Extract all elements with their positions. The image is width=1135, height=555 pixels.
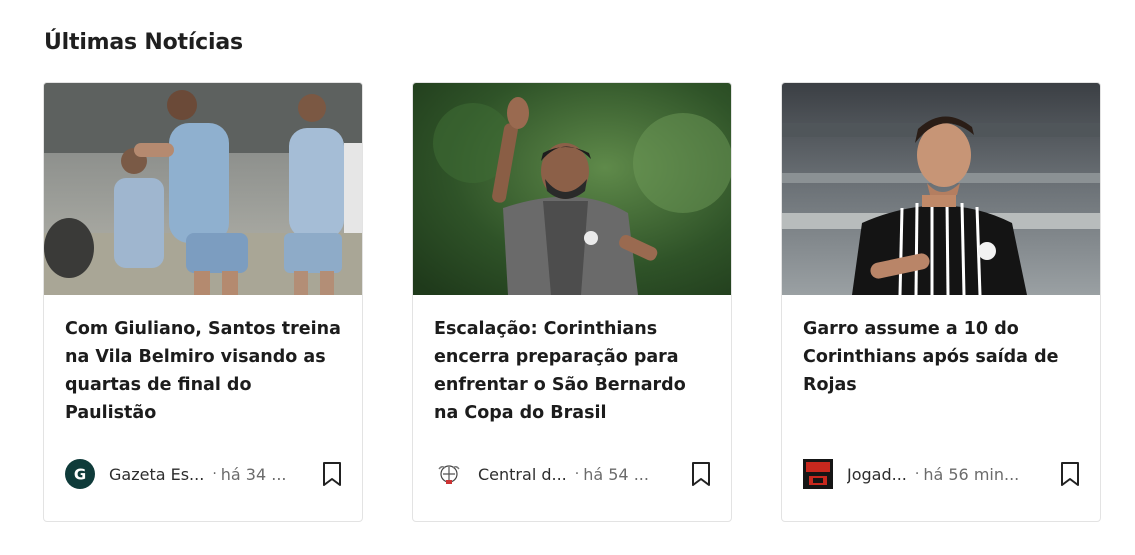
bookmark-icon[interactable] [1058, 460, 1082, 488]
news-headline[interactable]: Escalação: Corinthians encerra preparaçã… [434, 315, 713, 427]
bookmark-icon[interactable] [689, 460, 713, 488]
news-source[interactable]: Jogad... [847, 465, 907, 484]
jogada10-logo-icon [803, 459, 833, 489]
news-source[interactable]: Central d... [478, 465, 567, 484]
news-time: há 56 min... [923, 464, 1020, 484]
news-card-footer: Central d... · há 54 ... [434, 459, 713, 489]
news-source[interactable]: Gazeta Es... [109, 465, 204, 484]
news-headline[interactable]: Garro assume a 10 do Corinthians após sa… [803, 315, 1082, 399]
news-card[interactable]: Garro assume a 10 do Corinthians após sa… [781, 82, 1101, 522]
gazeta-logo-icon: G [65, 459, 95, 489]
news-card[interactable]: Com Giuliano, Santos treina na Vila Belm… [43, 82, 363, 522]
news-card-footer: Jogad... · há 56 min... [803, 459, 1082, 489]
svg-text:G: G [74, 466, 86, 484]
news-card-list: Com Giuliano, Santos treina na Vila Belm… [43, 82, 1101, 522]
news-time: há 34 ... [220, 464, 287, 484]
news-card[interactable]: Escalação: Corinthians encerra preparaçã… [412, 82, 732, 522]
news-card-footer: G Gazeta Es... · há 34 ... [65, 459, 344, 489]
news-time: há 54 ... [583, 464, 649, 484]
bookmark-icon[interactable] [320, 460, 344, 488]
news-headline[interactable]: Com Giuliano, Santos treina na Vila Belm… [65, 315, 344, 427]
section-title: Últimas Notícias [44, 30, 243, 55]
corinthians-logo-icon [434, 459, 464, 489]
news-image-garro-player[interactable] [782, 83, 1101, 295]
separator-dot: · [574, 466, 580, 482]
separator-dot: · [212, 466, 217, 482]
news-image-corinthians-coach[interactable] [413, 83, 732, 295]
separator-dot: · [914, 466, 920, 482]
news-image-santos-training[interactable] [44, 83, 363, 295]
